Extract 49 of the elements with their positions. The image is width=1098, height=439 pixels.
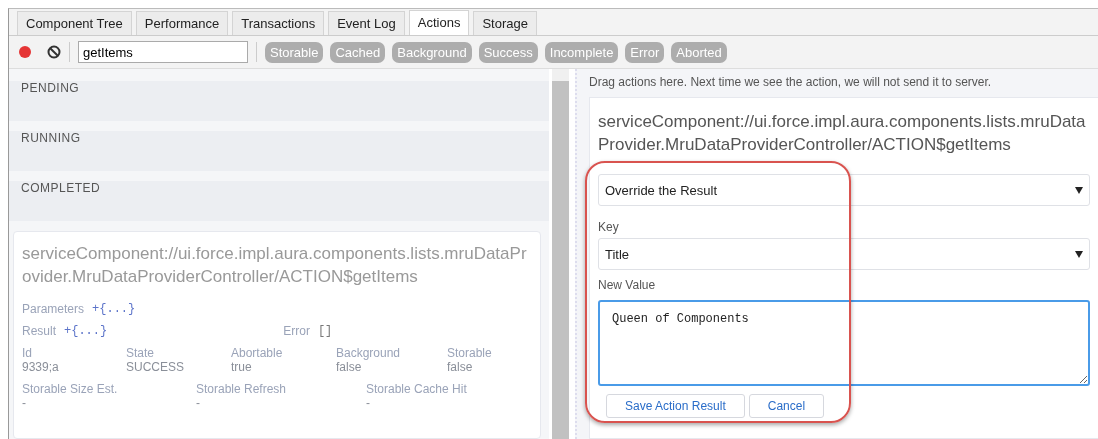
section-header[interactable]: PENDING — [9, 81, 549, 121]
parameters-label: Parameters — [22, 302, 85, 316]
field-label: Id — [22, 346, 33, 360]
key-label: Key — [598, 220, 620, 234]
clear-icon[interactable] — [47, 45, 61, 59]
tab[interactable]: Storage — [473, 11, 537, 35]
caret-icon — [1075, 250, 1083, 258]
field-label: Background — [336, 346, 402, 360]
caret-icon — [1075, 186, 1083, 194]
field-value: - — [366, 396, 371, 410]
drop-hint: Drag actions here. Next time we see the action, we will not send it to server. — [589, 75, 993, 89]
dropdown[interactable]: Title — [598, 238, 1090, 270]
section-header[interactable]: COMPLETED — [9, 181, 549, 221]
filter-field[interactable]: getItems — [78, 41, 248, 63]
tab[interactable]: Event Log — [328, 11, 405, 35]
action-button[interactable]: Cancel — [748, 394, 825, 418]
expand-link[interactable]: +{...} — [92, 302, 136, 316]
value-field[interactable]: Queen of Components — [598, 300, 1090, 386]
section-header[interactable]: RUNNING — [9, 131, 549, 171]
field-value: false — [336, 360, 363, 374]
tab[interactable]: Transactions — [232, 11, 325, 35]
field-label: Storable Size Est. — [22, 382, 119, 396]
tab[interactable]: Component Tree — [17, 11, 132, 35]
dropdown-value: Title — [605, 246, 630, 262]
field-value: SUCCESS — [126, 360, 185, 374]
tab[interactable]: Performance — [135, 11, 229, 35]
field-value: - — [196, 396, 201, 410]
field-value: - — [22, 396, 27, 410]
value-label: New Value — [598, 278, 657, 292]
error-value: [] — [317, 324, 333, 338]
field-label: Storable Cache Hit — [366, 382, 468, 396]
field-value: true — [231, 360, 253, 374]
action-name: serviceComponent://ui.force.impl.aura.components.lists.mruDataProvider.MruDataProviderController/ACTION$getItems — [22, 243, 528, 288]
expand-link[interactable]: +{...} — [64, 324, 108, 338]
scrollbar-thumb[interactable] — [552, 81, 569, 439]
result-label: Result — [22, 324, 56, 338]
error-label: Error — [283, 324, 310, 338]
field-label: State — [126, 346, 156, 360]
dropdown-value: Override the Result — [605, 182, 717, 198]
field-label: Storable — [447, 346, 493, 360]
field-label: Abortable — [231, 346, 284, 360]
dropdown[interactable]: Override the Result — [598, 174, 1090, 206]
field-value: false — [447, 360, 474, 374]
tab[interactable]: Actions — [408, 10, 470, 35]
record-button[interactable] — [19, 46, 31, 58]
field-value: 9339;a — [22, 360, 60, 374]
field-label: Storable Refresh — [196, 382, 288, 396]
action-name: serviceComponent://ui.force.impl.aura.components.lists.mruDataProvider.MruDataProviderController/ACTION$getItems — [598, 111, 1087, 156]
action-button[interactable]: Save Action Result — [606, 394, 745, 418]
